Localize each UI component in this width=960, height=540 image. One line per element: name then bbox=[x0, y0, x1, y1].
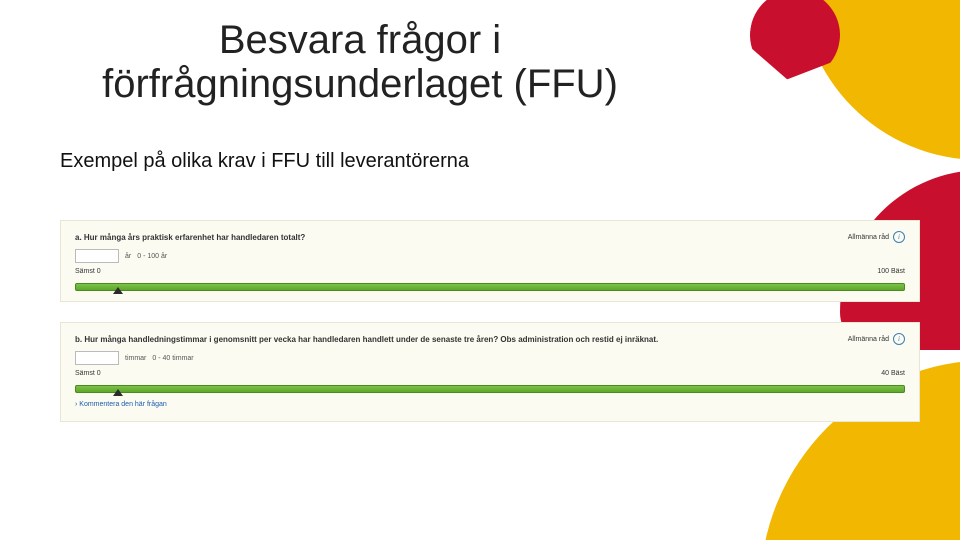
slider-thumb-a[interactable] bbox=[113, 287, 123, 294]
question-text-a: a. Hur många års praktisk erfarenhet har… bbox=[75, 233, 305, 242]
page-title: Besvara frågor i förfrågningsunderlaget … bbox=[80, 18, 640, 106]
unit-label-b: timmar bbox=[125, 355, 146, 362]
slider-min-label-b: Sämst 0 bbox=[75, 369, 101, 379]
page-subtitle: Exempel på olika krav i FFU till leveran… bbox=[60, 150, 469, 173]
slider-track-a bbox=[75, 283, 905, 291]
slider-track-b bbox=[75, 385, 905, 393]
slider-min-label-a: Sämst 0 bbox=[75, 267, 101, 277]
question-text-b: b. Hur många handledningstimmar i genoms… bbox=[75, 335, 658, 344]
question-panel-b: b. Hur många handledningstimmar i genoms… bbox=[60, 322, 920, 422]
question-panel-a: a. Hur många års praktisk erfarenhet har… bbox=[60, 220, 920, 302]
value-input-a[interactable] bbox=[75, 249, 119, 263]
slider-max-label-b: 40 Bäst bbox=[881, 369, 905, 379]
slider-thumb-b[interactable] bbox=[113, 389, 123, 396]
info-icon[interactable]: i bbox=[893, 231, 905, 243]
slider-a[interactable] bbox=[75, 279, 905, 293]
range-hint-b: 0 - 40 timmar bbox=[152, 355, 193, 362]
hint-label-b: Allmänna råd bbox=[848, 336, 889, 343]
comment-link-b[interactable]: › Kommentera den här frågan bbox=[75, 401, 905, 408]
value-input-b[interactable] bbox=[75, 351, 119, 365]
slider-max-label-a: 100 Bäst bbox=[877, 267, 905, 277]
info-icon[interactable]: i bbox=[893, 333, 905, 345]
slider-b[interactable] bbox=[75, 381, 905, 395]
hint-label-a: Allmänna råd bbox=[848, 234, 889, 241]
unit-label-a: år bbox=[125, 253, 131, 260]
range-hint-a: 0 - 100 år bbox=[137, 253, 167, 260]
